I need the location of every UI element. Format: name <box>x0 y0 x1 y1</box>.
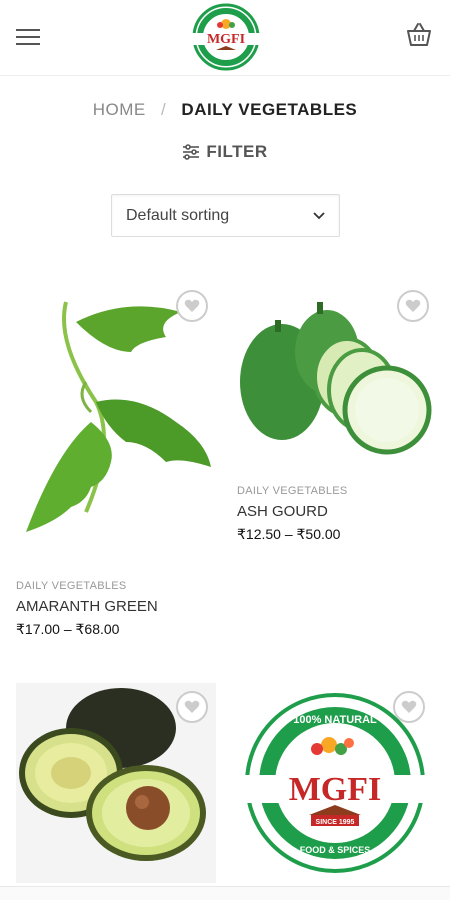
product-card[interactable]: 100% NATURAL MGFI SINCE 1995 FOOD & SPIC… <box>237 683 437 883</box>
site-header: MGFI <box>0 0 450 76</box>
bottom-edge <box>0 886 450 900</box>
wishlist-button[interactable] <box>397 290 429 322</box>
sorting-select[interactable]: Default sorting <box>111 194 340 237</box>
breadcrumb-separator: / <box>160 100 167 119</box>
sorting-selected-value: Default sorting <box>126 206 230 224</box>
arugula-leaf-image <box>26 301 211 532</box>
product-category: DAILY VEGETABLES <box>16 580 127 592</box>
logo-since: SINCE 1995 <box>316 819 355 826</box>
filter-icon <box>183 144 200 160</box>
logo-tagline-top: 100% NATURAL <box>293 714 377 726</box>
site-logo[interactable]: MGFI <box>186 2 266 72</box>
product-category: DAILY VEGETABLES <box>237 485 348 497</box>
breadcrumb: HOME / DAILY VEGETABLES <box>0 100 450 120</box>
menu-button[interactable] <box>16 24 44 48</box>
breadcrumb-home-link[interactable]: HOME <box>93 100 146 119</box>
filter-button[interactable]: FILTER <box>0 142 450 165</box>
chevron-down-icon <box>313 211 325 219</box>
wishlist-button[interactable] <box>176 691 208 723</box>
filter-label: FILTER <box>206 142 268 161</box>
logo-tagline-bottom: FOOD & SPICES <box>300 845 371 855</box>
product-image[interactable] <box>16 282 216 572</box>
product-name[interactable]: ASH GOURD <box>237 503 437 520</box>
product-image[interactable]: 100% NATURAL MGFI SINCE 1995 FOOD & SPIC… <box>237 683 437 883</box>
product-name[interactable]: AMARANTH GREEN <box>16 598 216 615</box>
product-card[interactable]: DAILY VEGETABLES AMARANTH GREEN ₹17.00 –… <box>16 282 216 638</box>
product-card[interactable] <box>16 683 216 883</box>
wishlist-button[interactable] <box>176 290 208 322</box>
brand-logo-text: MGFI <box>289 771 382 808</box>
product-price: ₹12.50 – ₹50.00 <box>237 526 341 542</box>
heart-icon <box>401 700 417 713</box>
cart-icon <box>407 23 431 46</box>
menu-icon-bar <box>16 36 40 38</box>
product-card[interactable]: DAILY VEGETABLES ASH GOURD ₹12.50 – ₹50.… <box>237 282 437 543</box>
heart-icon <box>184 299 200 312</box>
cart-button[interactable] <box>404 20 434 50</box>
product-image[interactable] <box>16 683 216 883</box>
breadcrumb-current: DAILY VEGETABLES <box>181 100 358 119</box>
wishlist-button[interactable] <box>393 691 425 723</box>
logo-text: MGFI <box>207 32 245 47</box>
product-price: ₹17.00 – ₹68.00 <box>16 621 120 637</box>
heart-icon <box>405 299 421 312</box>
menu-icon-bar <box>16 29 40 31</box>
heart-icon <box>184 700 200 713</box>
menu-icon-bar <box>16 43 40 45</box>
product-image[interactable] <box>237 282 437 477</box>
